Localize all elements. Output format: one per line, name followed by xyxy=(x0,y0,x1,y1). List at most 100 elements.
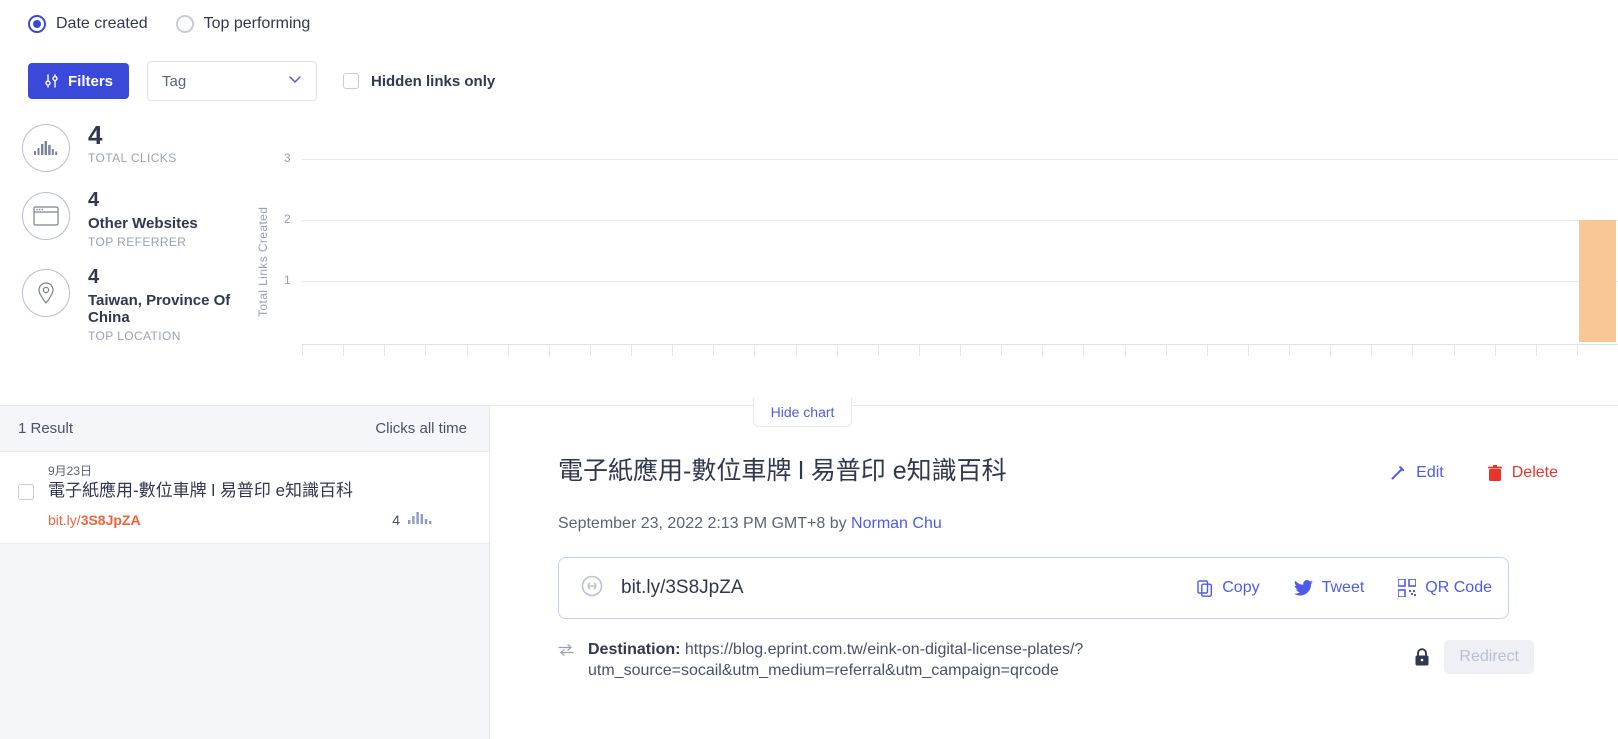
list-item-footer: bit.ly/3S8JpZA 4 xyxy=(18,510,471,529)
stat-text: 4 Other Websites TOP REFERRER xyxy=(88,188,198,249)
page-title: 電子紙應用-數位車牌 l 易普印 e知識百科 xyxy=(558,456,1007,486)
stat-name: Other Websites xyxy=(88,215,198,233)
chart-x-tick xyxy=(1207,345,1208,356)
list-item[interactable]: 9月23日 電子紙應用-數位車牌 l 易普印 e知識百科 bit.ly/3S8J… xyxy=(0,452,489,544)
redirect-button[interactable]: Redirect xyxy=(1444,640,1534,674)
chart-x-tick xyxy=(1042,345,1043,356)
sort-option-date-created[interactable]: Date created xyxy=(28,15,148,33)
sort-option-label: Date created xyxy=(56,15,148,33)
copy-icon xyxy=(1197,580,1213,597)
link-chain-icon xyxy=(581,575,603,602)
sort-option-top-performing[interactable]: Top performing xyxy=(176,15,311,33)
stat-top-referrer: 4 Other Websites TOP REFERRER xyxy=(22,188,272,249)
chart-gridline xyxy=(302,159,1618,160)
delete-label: Delete xyxy=(1512,464,1558,482)
chart-x-tick xyxy=(508,345,509,356)
bitly-links-page: Date created Top performing Filters Tag xyxy=(0,0,1618,739)
chart-x-tick xyxy=(425,345,426,356)
radio-top-performing[interactable] xyxy=(176,15,194,33)
chart-x-tick xyxy=(343,345,344,356)
chart-y-tick: 2 xyxy=(284,212,291,226)
chart-gridline xyxy=(302,220,1618,221)
lock-icon xyxy=(1414,648,1430,666)
list-item-title[interactable]: 電子紙應用-數位車牌 l 易普印 e知識百科 xyxy=(48,480,353,501)
chart-plot-area: 123 xyxy=(302,132,1618,342)
chart-x-tick xyxy=(1289,345,1290,356)
stat-total-clicks: 4 TOTAL CLICKS xyxy=(22,120,272,172)
detail-author-link[interactable]: Norman Chu xyxy=(851,515,942,532)
short-link-left: bit.ly/3S8JpZA xyxy=(581,575,744,602)
short-link-box: bit.ly/3S8JpZA Copy xyxy=(558,557,1509,619)
chart-x-tick xyxy=(1330,345,1331,356)
chart-x-tick xyxy=(672,345,673,356)
stat-caption: TOP REFERRER xyxy=(88,235,198,249)
chart-y-tick: 1 xyxy=(284,273,291,287)
edit-button[interactable]: Edit xyxy=(1389,464,1444,482)
sort-options-bar: Date created Top performing xyxy=(0,0,1618,48)
results-count: 1 Result xyxy=(18,420,73,437)
chart-x-tick xyxy=(1412,345,1413,356)
browser-window-icon xyxy=(22,192,70,240)
stat-caption: TOTAL CLICKS xyxy=(88,151,177,165)
hide-chart-button[interactable]: Hide chart xyxy=(753,398,852,427)
filters-button[interactable]: Filters xyxy=(28,63,129,99)
sort-option-label: Top performing xyxy=(204,15,311,33)
stat-top-location: 4 Taiwan, Province Of China TOP LOCATION xyxy=(22,265,272,343)
chart-y-axis-label: Total Links Created xyxy=(256,207,270,317)
stats-and-chart-section: 4 TOTAL CLICKS 4 Other Websites xyxy=(0,114,1618,406)
chart-x-tick xyxy=(1454,345,1455,356)
radio-date-created[interactable] xyxy=(28,15,46,33)
chart-x-tick xyxy=(549,345,550,356)
mini-bar-chart-icon xyxy=(407,510,437,529)
chart-x-tick xyxy=(713,345,714,356)
chart-x-tick xyxy=(1577,345,1578,356)
location-pin-icon xyxy=(22,269,70,317)
tag-select[interactable]: Tag xyxy=(147,61,317,101)
link-detail-panel: 電子紙應用-數位車牌 l 易普印 e知識百科 Edit xyxy=(490,406,1618,739)
results-header: 1 Result Clicks all time xyxy=(0,406,489,452)
trash-icon xyxy=(1488,465,1502,482)
stat-value: 4 xyxy=(88,122,177,149)
delete-button[interactable]: Delete xyxy=(1488,464,1558,482)
chart-gridline xyxy=(302,281,1618,282)
chart-x-tick xyxy=(1001,345,1002,356)
chart-x-tick xyxy=(960,345,961,356)
copy-label: Copy xyxy=(1222,579,1259,597)
chart-x-axis xyxy=(302,344,1618,358)
chart-bar[interactable] xyxy=(1579,220,1616,342)
hidden-links-only-checkbox[interactable] xyxy=(343,73,359,89)
qr-code-label: QR Code xyxy=(1425,579,1492,597)
redirect-arrows-icon xyxy=(558,643,574,657)
hidden-links-only-checkbox-wrap[interactable]: Hidden links only xyxy=(343,73,495,90)
chart-x-tick xyxy=(1495,345,1496,356)
stat-caption: TOP LOCATION xyxy=(88,329,238,343)
short-link-url[interactable]: bit.ly/3S8JpZA xyxy=(621,577,744,599)
chart-x-tick xyxy=(1371,345,1372,356)
chart-x-tick xyxy=(1166,345,1167,356)
detail-meta: September 23, 2022 2:13 PM GMT+8 by Norm… xyxy=(558,515,1618,533)
bar-chart-icon xyxy=(22,124,70,172)
tweet-button[interactable]: Tweet xyxy=(1294,579,1365,597)
hide-chart-label: Hide chart xyxy=(771,404,835,420)
chart-x-tick xyxy=(590,345,591,356)
stats-list: 4 TOTAL CLICKS 4 Other Websites xyxy=(22,120,272,359)
links-created-chart: Total Links Created 123 xyxy=(256,132,1618,382)
qr-code-icon xyxy=(1398,579,1416,597)
list-item-checkbox[interactable] xyxy=(18,484,34,500)
pencil-icon xyxy=(1389,465,1406,482)
list-item-date: 9月23日 xyxy=(48,462,471,479)
detail-actions: Edit Delete xyxy=(1345,456,1558,482)
chart-x-tick xyxy=(1248,345,1249,356)
list-item-clicks[interactable]: 4 xyxy=(392,510,437,529)
destination-row: Destination: https://blog.eprint.com.tw/… xyxy=(558,640,1618,682)
chart-x-tick xyxy=(919,345,920,356)
destination-label: Destination: xyxy=(588,641,680,658)
copy-button[interactable]: Copy xyxy=(1197,579,1259,597)
detail-title-row: 電子紙應用-數位車牌 l 易普印 e知識百科 Edit xyxy=(558,456,1618,486)
stat-value: 4 xyxy=(88,190,198,211)
qr-code-button[interactable]: QR Code xyxy=(1398,579,1492,597)
detail-meta-text: September 23, 2022 2:13 PM GMT+8 by xyxy=(558,515,851,532)
list-item-short-link[interactable]: bit.ly/3S8JpZA xyxy=(48,512,141,528)
twitter-bird-icon xyxy=(1294,580,1313,596)
stat-name: Taiwan, Province Of China xyxy=(88,292,238,327)
